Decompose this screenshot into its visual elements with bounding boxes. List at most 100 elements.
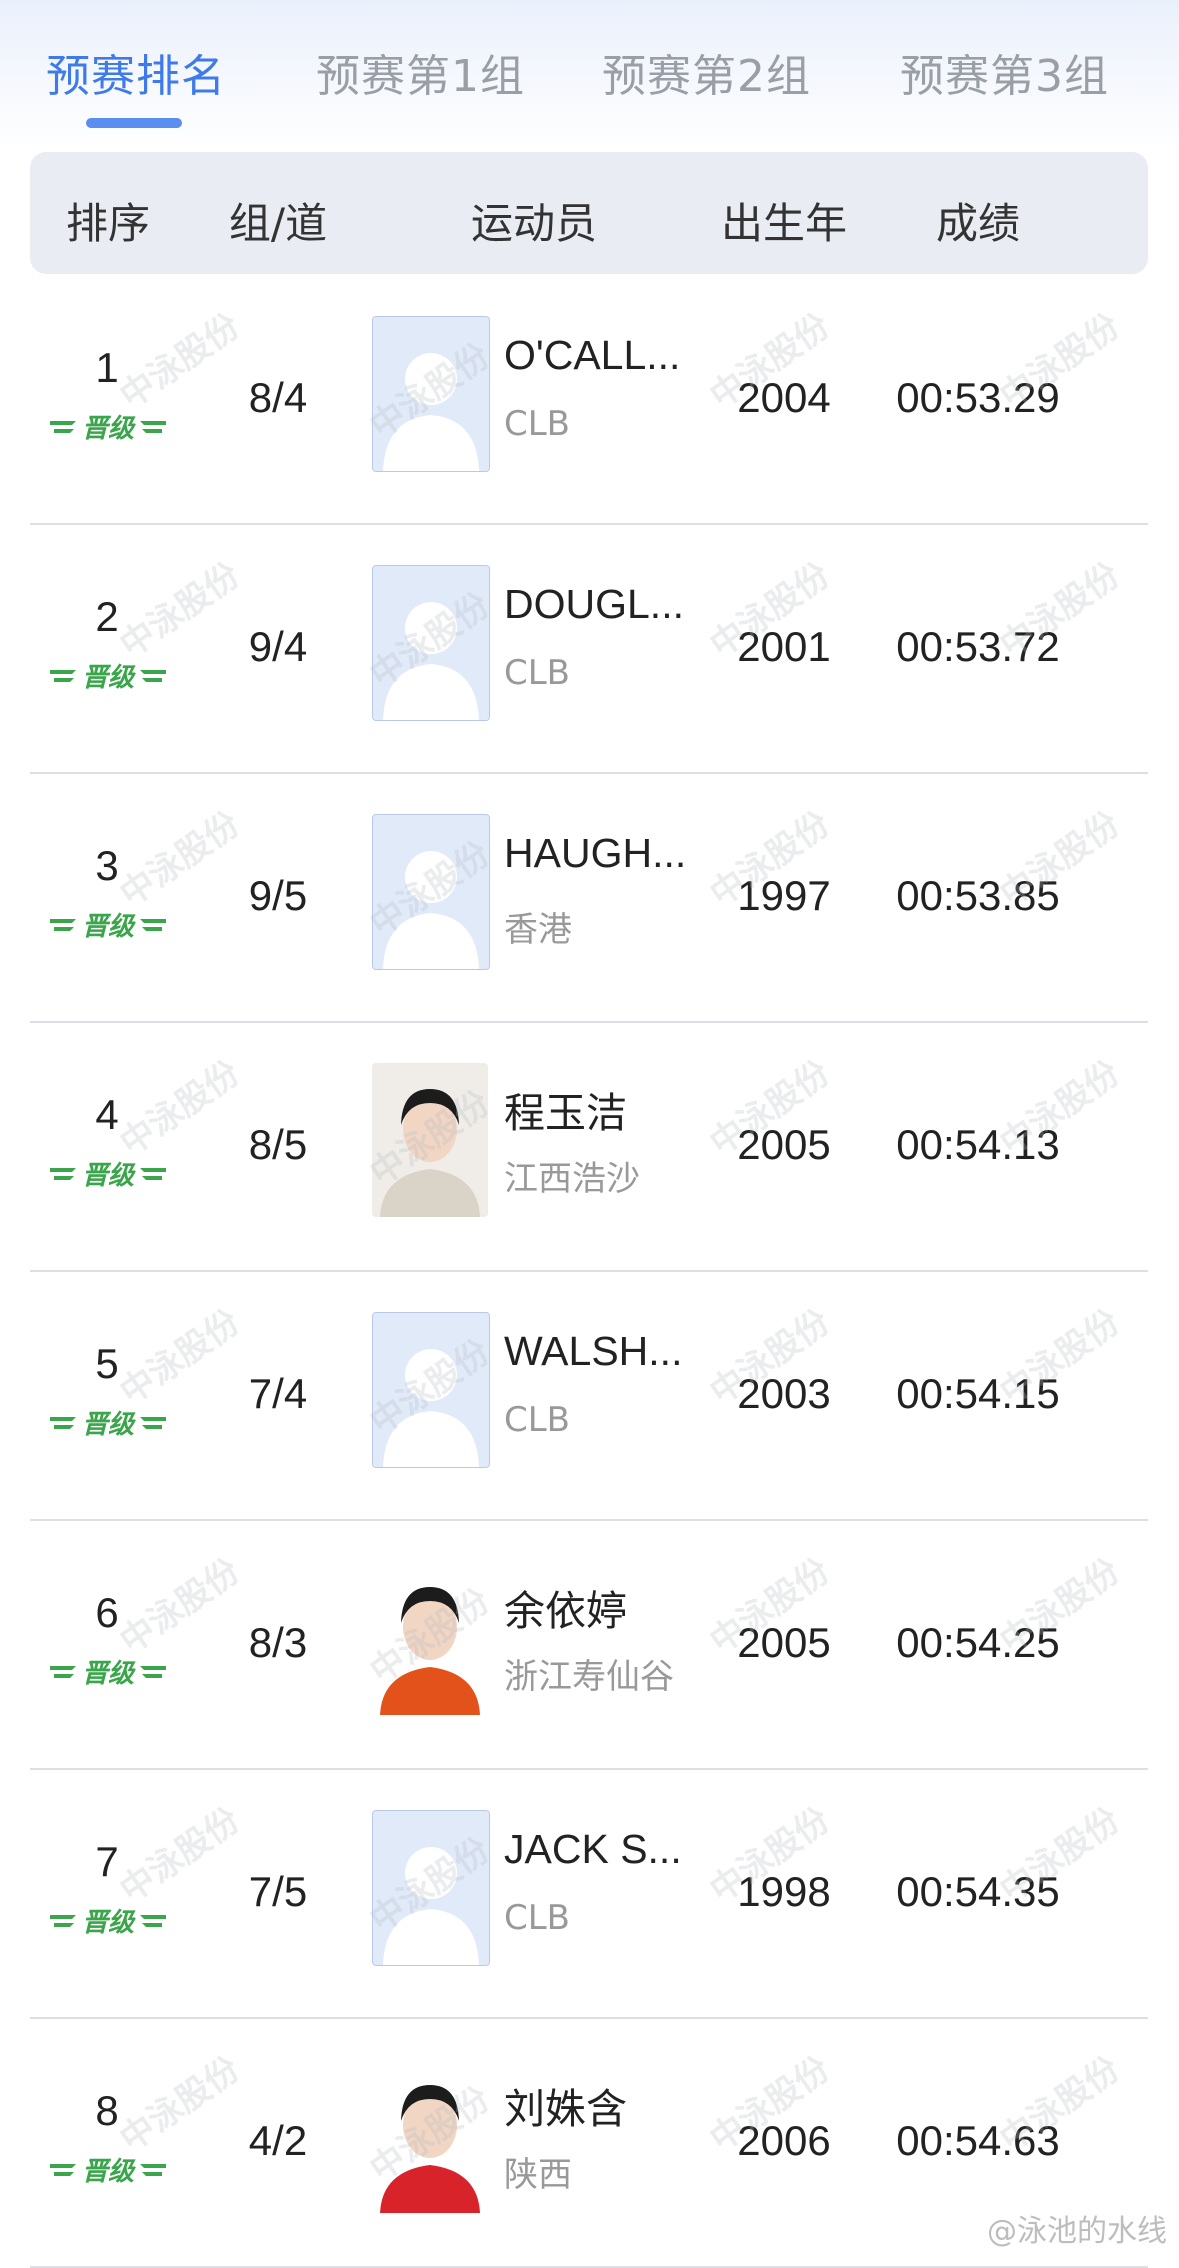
qualified-badge: 晋级: [48, 1156, 168, 1192]
source-credit: @泳池的水线: [987, 2214, 1167, 2249]
rank-number: 1: [95, 344, 119, 391]
qualified-badge: 晋级: [48, 658, 168, 694]
athlete-club: CLB: [504, 1898, 571, 1938]
group-lane: 7/4: [248, 1370, 308, 1417]
result-time: 00:54.35: [896, 1868, 1060, 1915]
qualified-badge: 晋级: [48, 1654, 168, 1690]
athlete-photo[interactable]: [372, 1063, 488, 1217]
athlete-club: 香港: [504, 910, 572, 950]
rank-number: 7: [95, 1838, 119, 1885]
athlete-name[interactable]: HAUGH...: [504, 830, 704, 877]
athlete-photo[interactable]: [372, 316, 490, 472]
athlete-club: 浙江寿仙谷: [504, 1657, 674, 1697]
tab-prelim-heat-1[interactable]: 预赛第1组: [316, 40, 525, 104]
athlete-photo[interactable]: [372, 565, 490, 721]
birth-year: 2005: [737, 1121, 831, 1168]
watermark: 中泳股份: [112, 554, 248, 666]
rank-number: 8: [95, 2087, 119, 2134]
qualified-badge: 晋级: [48, 2152, 168, 2188]
group-lane: 8/5: [248, 1121, 308, 1168]
watermark: 中泳股份: [112, 1550, 248, 1662]
qualified-badge-text: 晋级: [82, 414, 136, 444]
athlete-club: CLB: [504, 653, 571, 693]
tab-bar: 预赛排名 预赛第1组 预赛第2组 预赛第3组: [0, 0, 1179, 150]
athlete-club: 陕西: [504, 2155, 572, 2195]
birth-year: 2001: [737, 623, 831, 670]
qualified-badge: 晋级: [48, 409, 168, 445]
tab-prelim-heat-2[interactable]: 预赛第2组: [602, 40, 811, 104]
qualified-badge-text: 晋级: [82, 1908, 136, 1938]
table-row[interactable]: 3 晋级 9/5 HAUGH... 香港 1997 00:53.85 中泳股份 中泳股份 中泳股份…: [30, 772, 1148, 1023]
birth-year: 2003: [737, 1370, 831, 1417]
qualified-badge-text: 晋级: [82, 912, 136, 942]
qualified-badge-text: 晋级: [82, 1659, 136, 1689]
group-lane: 4/2: [248, 2117, 308, 2164]
active-tab-indicator: [86, 118, 182, 128]
birth-year: 2006: [737, 2117, 831, 2164]
group-lane: 9/4: [248, 623, 308, 670]
athlete-photo[interactable]: [372, 814, 490, 970]
table-row[interactable]: 5 晋级 7/4 WALSH... CLB 2003 00:54.15 中泳股份 中泳股份 中泳股…: [30, 1270, 1148, 1521]
table-row[interactable]: 1 晋级 8/4 O'CALL... CLB 2004 00:53.29 中泳股份 中泳股份 中泳…: [30, 274, 1148, 525]
tab-prelim-heat-3[interactable]: 预赛第3组: [900, 40, 1109, 104]
table-row[interactable]: 4 晋级 8/5 程玉洁 江西浩沙 2005 00:54.13 中泳股份 中泳股份 中泳股份 中泳股…: [30, 1021, 1148, 1272]
athlete-photo[interactable]: [372, 1312, 490, 1468]
watermark: 中泳股份: [112, 1052, 248, 1164]
athlete-photo[interactable]: [372, 1810, 490, 1966]
athlete-name[interactable]: 刘姝含: [504, 2075, 704, 2135]
result-time: 00:54.63: [896, 2117, 1060, 2164]
athlete-name[interactable]: O'CALL...: [504, 332, 704, 379]
result-time: 00:54.15: [896, 1370, 1060, 1417]
qualified-badge-text: 晋级: [82, 1161, 136, 1191]
athlete-club: 江西浩沙: [504, 1159, 640, 1199]
qualified-badge-text: 晋级: [82, 663, 136, 693]
table-row[interactable]: 2 晋级 9/4 DOUGL... CLB 2001 00:53.72 中泳股份 中泳股份 中泳股…: [30, 523, 1148, 774]
athlete-photo[interactable]: [372, 2059, 488, 2213]
rank-number: 5: [95, 1340, 119, 1387]
athlete-club: CLB: [504, 1400, 571, 1440]
header-birth-year: 出生年: [720, 199, 848, 248]
group-lane: 8/4: [248, 374, 308, 421]
rank-number: 3: [95, 842, 119, 889]
header-group-lane: 组/道: [228, 199, 328, 248]
birth-year: 1997: [737, 872, 831, 919]
header-rank: 排序: [65, 199, 151, 248]
rank-number: 6: [95, 1589, 119, 1636]
watermark: 中泳股份: [112, 1301, 248, 1413]
athlete-name[interactable]: 余依婷: [504, 1577, 704, 1637]
athlete-name[interactable]: WALSH...: [504, 1328, 704, 1375]
birth-year: 2005: [737, 1619, 831, 1666]
watermark: 中泳股份: [112, 1799, 248, 1911]
header-athlete: 运动员: [470, 199, 598, 248]
birth-year: 2004: [737, 374, 831, 421]
athlete-photo[interactable]: [372, 1561, 488, 1715]
qualified-badge: 晋级: [48, 1405, 168, 1441]
athlete-name[interactable]: 程玉洁: [504, 1079, 704, 1139]
table-row[interactable]: 6 晋级 8/3 余依婷 浙江寿仙谷 2005 00:54.25 中泳股份 中泳股份 中泳股份 中泳…: [30, 1519, 1148, 1770]
qualified-badge: 晋级: [48, 1903, 168, 1939]
group-lane: 7/5: [248, 1868, 308, 1915]
group-lane: 9/5: [248, 872, 308, 919]
athlete-club: CLB: [504, 404, 571, 444]
table-header: 排序 组/道 运动员 出生年 成绩: [30, 152, 1148, 274]
watermark: 中泳股份: [112, 803, 248, 915]
rank-number: 4: [95, 1091, 119, 1138]
header-result: 成绩: [935, 199, 1021, 248]
result-time: 00:54.25: [896, 1619, 1060, 1666]
watermark: 中泳股份: [112, 305, 248, 417]
table-row[interactable]: 7 晋级 7/5 JACK S... CLB 1998 00:54.35 中泳股份 中泳股份 中泳…: [30, 1768, 1148, 2019]
watermark: 中泳股份: [112, 2048, 248, 2160]
qualified-badge-text: 晋级: [82, 2157, 136, 2187]
table-row[interactable]: 8 晋级 4/2 刘姝含 陕西 2006 00:54.63 中泳股份 中泳股份 中泳股份 中泳股份: [30, 2017, 1148, 2268]
result-time: 00:54.13: [896, 1121, 1060, 1168]
athlete-name[interactable]: DOUGL...: [504, 581, 704, 628]
athlete-name[interactable]: JACK S...: [504, 1826, 704, 1873]
result-time: 00:53.85: [896, 872, 1060, 919]
group-lane: 8/3: [248, 1619, 308, 1666]
tab-prelim-ranking[interactable]: 预赛排名: [46, 40, 226, 104]
birth-year: 1998: [737, 1868, 831, 1915]
result-time: 00:53.29: [896, 374, 1060, 421]
qualified-badge-text: 晋级: [82, 1410, 136, 1440]
qualified-badge: 晋级: [48, 907, 168, 943]
result-time: 00:53.72: [896, 623, 1060, 670]
